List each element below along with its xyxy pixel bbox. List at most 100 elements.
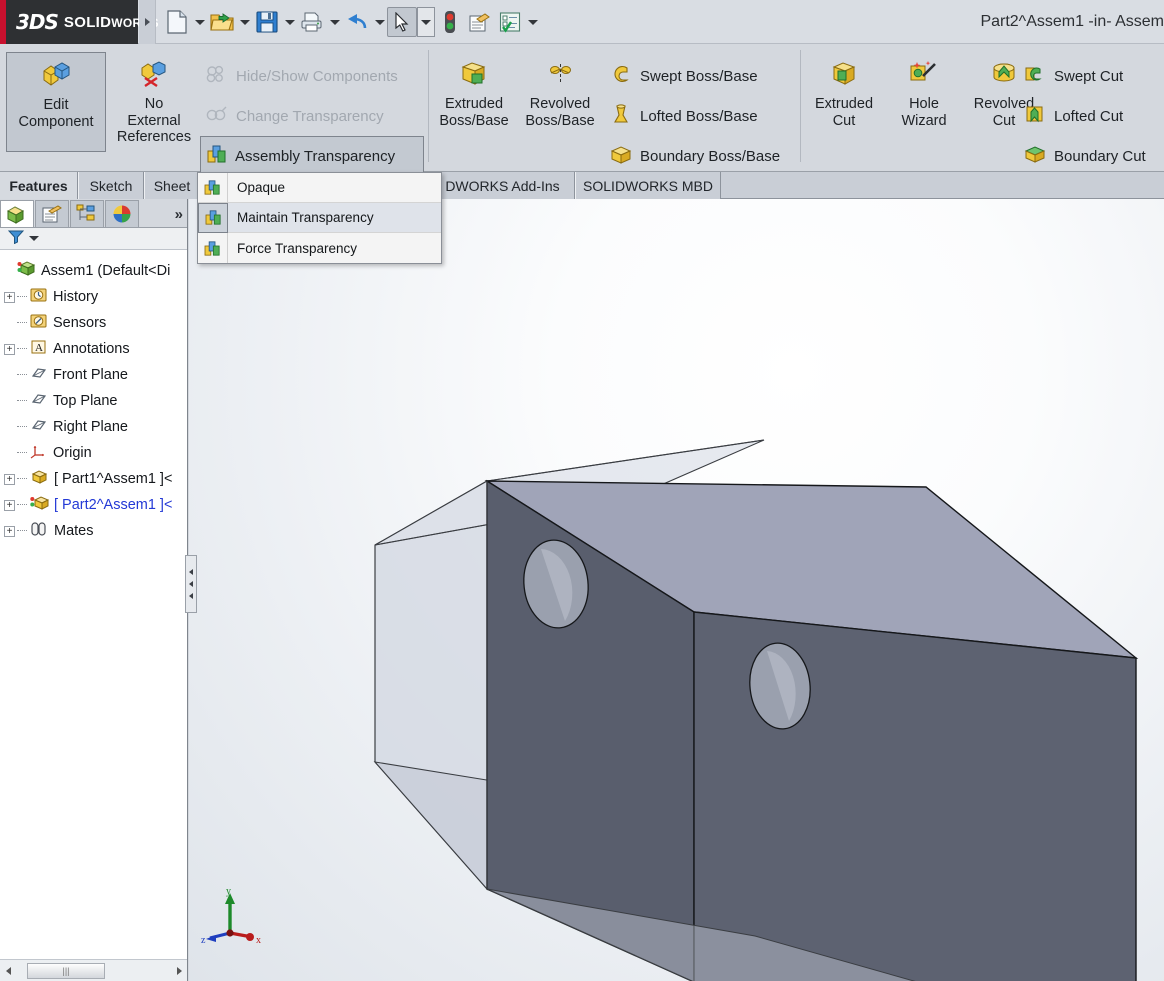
ribbon-group-cut-rows: Swept Cut Lofted Cut Boundary Cut xyxy=(1018,44,1164,172)
tab-sheet-metal[interactable]: Sheet xyxy=(144,172,200,199)
feature-tree: Assem1 (Default<Di + History Sensors xyxy=(0,250,187,544)
tree-node-part2[interactable]: + [ Part2^Assem1 ]< xyxy=(4,492,187,518)
undo-caret[interactable] xyxy=(372,7,387,37)
save-document-caret[interactable] xyxy=(282,7,297,37)
toolbar-item-select[interactable] xyxy=(387,0,435,44)
annotations-expander[interactable]: + xyxy=(4,344,15,355)
tree-node-part1[interactable]: + [ Part1^Assem1 ]< xyxy=(4,466,187,492)
filter-caret-icon[interactable] xyxy=(29,236,39,241)
open-folder-icon[interactable] xyxy=(207,7,237,37)
assembly-transparency-icon xyxy=(207,145,227,167)
solidworks-logo[interactable]: 3DS SOLIDWORKS xyxy=(0,0,138,44)
collapse-arrow-icon xyxy=(189,569,193,575)
tree-node-history[interactable]: + History xyxy=(4,284,187,310)
toolbar-item-new[interactable] xyxy=(162,0,207,44)
undo-arrow-icon[interactable] xyxy=(342,7,372,37)
new-document-icon[interactable] xyxy=(162,7,192,37)
traffic-light-icon[interactable] xyxy=(435,7,465,37)
revolved-boss-base-button[interactable]: Revolved Boss/Base xyxy=(518,52,602,129)
menu-expand-arrow[interactable] xyxy=(139,0,156,44)
part1-expander[interactable]: + xyxy=(4,474,15,485)
change-transparency-button[interactable]: Change Transparency xyxy=(200,96,424,136)
title-bar: 3DS SOLIDWORKS xyxy=(0,0,1164,44)
part2-expander[interactable]: + xyxy=(4,500,15,511)
tree-node-right-plane[interactable]: Right Plane xyxy=(4,414,187,440)
toolbar-item-undo[interactable] xyxy=(342,0,387,44)
select-mode-caret[interactable] xyxy=(417,7,435,37)
property-manager-icon[interactable] xyxy=(35,200,69,227)
tree-node-sensors-label: Sensors xyxy=(53,315,106,331)
assembly-transparency-button[interactable]: Assembly Transparency xyxy=(200,136,424,176)
toolbar-item-open[interactable] xyxy=(207,0,252,44)
tree-node-assem1[interactable]: Assem1 (Default<Di xyxy=(4,258,187,284)
panel-splitter[interactable] xyxy=(185,555,197,613)
tree-node-mates[interactable]: + Mates xyxy=(4,518,187,544)
tree-node-front-plane[interactable]: Front Plane xyxy=(4,362,187,388)
save-disk-icon[interactable] xyxy=(252,7,282,37)
lofted-boss-base-button[interactable]: Lofted Boss/Base xyxy=(604,96,764,136)
tree-filter-bar[interactable] xyxy=(0,228,187,250)
edit-component-button[interactable]: Edit Component xyxy=(6,52,106,152)
filter-funnel-icon[interactable] xyxy=(8,229,24,249)
hole-wizard-button[interactable]: Hole Wizard xyxy=(886,52,962,129)
logo-red-accent xyxy=(0,0,6,44)
model-3d[interactable] xyxy=(189,199,1164,981)
hide-show-components-button[interactable]: Hide/Show Components xyxy=(200,56,424,96)
triad-y-label: y xyxy=(226,886,231,897)
toolbar-item-print[interactable] xyxy=(297,0,342,44)
graphics-area[interactable] xyxy=(189,199,1164,981)
open-document-caret[interactable] xyxy=(237,7,252,37)
hole-wizard-icon xyxy=(909,60,939,93)
toolbar-item-options[interactable] xyxy=(495,0,540,44)
tree-node-sensors[interactable]: Sensors xyxy=(4,310,187,336)
toolbar-item-save[interactable] xyxy=(252,0,297,44)
lofted-boss-label: Lofted Boss/Base xyxy=(640,108,758,125)
swept-boss-base-button[interactable]: Swept Boss/Base xyxy=(604,56,764,96)
revolved-boss-label-1: Revolved xyxy=(530,96,590,113)
options-caret[interactable] xyxy=(525,7,540,37)
boundary-cut-button[interactable]: Boundary Cut xyxy=(1018,136,1152,176)
cursor-arrow-icon[interactable] xyxy=(387,7,417,37)
tree-node-assem1-label: Assem1 (Default<Di xyxy=(41,263,170,279)
mates-expander[interactable]: + xyxy=(4,526,15,537)
extruded-cut-label-2: Cut xyxy=(833,113,856,130)
swept-cut-button[interactable]: Swept Cut xyxy=(1018,56,1129,96)
scroll-track[interactable]: ||| xyxy=(17,961,170,981)
printer-icon[interactable] xyxy=(297,7,327,37)
ribbon-group-assembly: Edit Component No External References xyxy=(4,44,194,172)
boundary-boss-base-button[interactable]: Boundary Boss/Base xyxy=(604,136,786,176)
print-document-caret[interactable] xyxy=(327,7,342,37)
menu-opaque[interactable]: Opaque xyxy=(198,173,441,203)
scroll-left-arrow-icon[interactable] xyxy=(0,961,17,981)
no-external-references-button[interactable]: No External References xyxy=(114,52,194,146)
menu-force-transparency[interactable]: Force Transparency xyxy=(198,233,441,263)
menu-opaque-label: Opaque xyxy=(228,180,285,195)
history-expander[interactable]: + xyxy=(4,292,15,303)
tree-node-annotations[interactable]: + A Annotations xyxy=(4,336,187,362)
tab-sketch[interactable]: Sketch xyxy=(78,172,144,199)
toolbar-item-rebuild[interactable] xyxy=(435,0,465,44)
options-checklist-icon[interactable] xyxy=(495,7,525,37)
tree-horizontal-scrollbar[interactable]: ||| xyxy=(0,959,187,981)
feature-tree-icon[interactable] xyxy=(0,200,34,227)
display-manager-icon[interactable] xyxy=(105,200,139,227)
menu-maintain-transparency[interactable]: Maintain Transparency xyxy=(198,203,441,233)
tab-solidworks-addins[interactable]: DWORKS Add-Ins xyxy=(430,172,575,199)
extruded-cut-button[interactable]: Extruded Cut xyxy=(804,52,884,129)
scroll-right-arrow-icon[interactable] xyxy=(170,961,187,981)
new-document-caret[interactable] xyxy=(192,7,207,37)
extruded-boss-base-button[interactable]: Extruded Boss/Base xyxy=(432,52,516,129)
collapse-arrow-icon xyxy=(189,581,193,587)
lofted-cut-button[interactable]: Lofted Cut xyxy=(1018,96,1129,136)
tab-solidworks-mbd[interactable]: SOLIDWORKS MBD xyxy=(575,172,721,199)
tab-features[interactable]: Features xyxy=(0,172,78,199)
configuration-manager-icon[interactable] xyxy=(70,200,104,227)
toolbar-item-file-properties[interactable] xyxy=(465,0,495,44)
ribbon-separator-2 xyxy=(800,50,801,162)
tree-tabs-more-button[interactable]: » xyxy=(175,206,183,223)
tree-node-top-plane[interactable]: Top Plane xyxy=(4,388,187,414)
scroll-thumb[interactable]: ||| xyxy=(27,963,105,979)
sensors-folder-icon xyxy=(30,313,48,333)
tree-node-origin[interactable]: Origin xyxy=(4,440,187,466)
file-properties-icon[interactable] xyxy=(465,7,495,37)
